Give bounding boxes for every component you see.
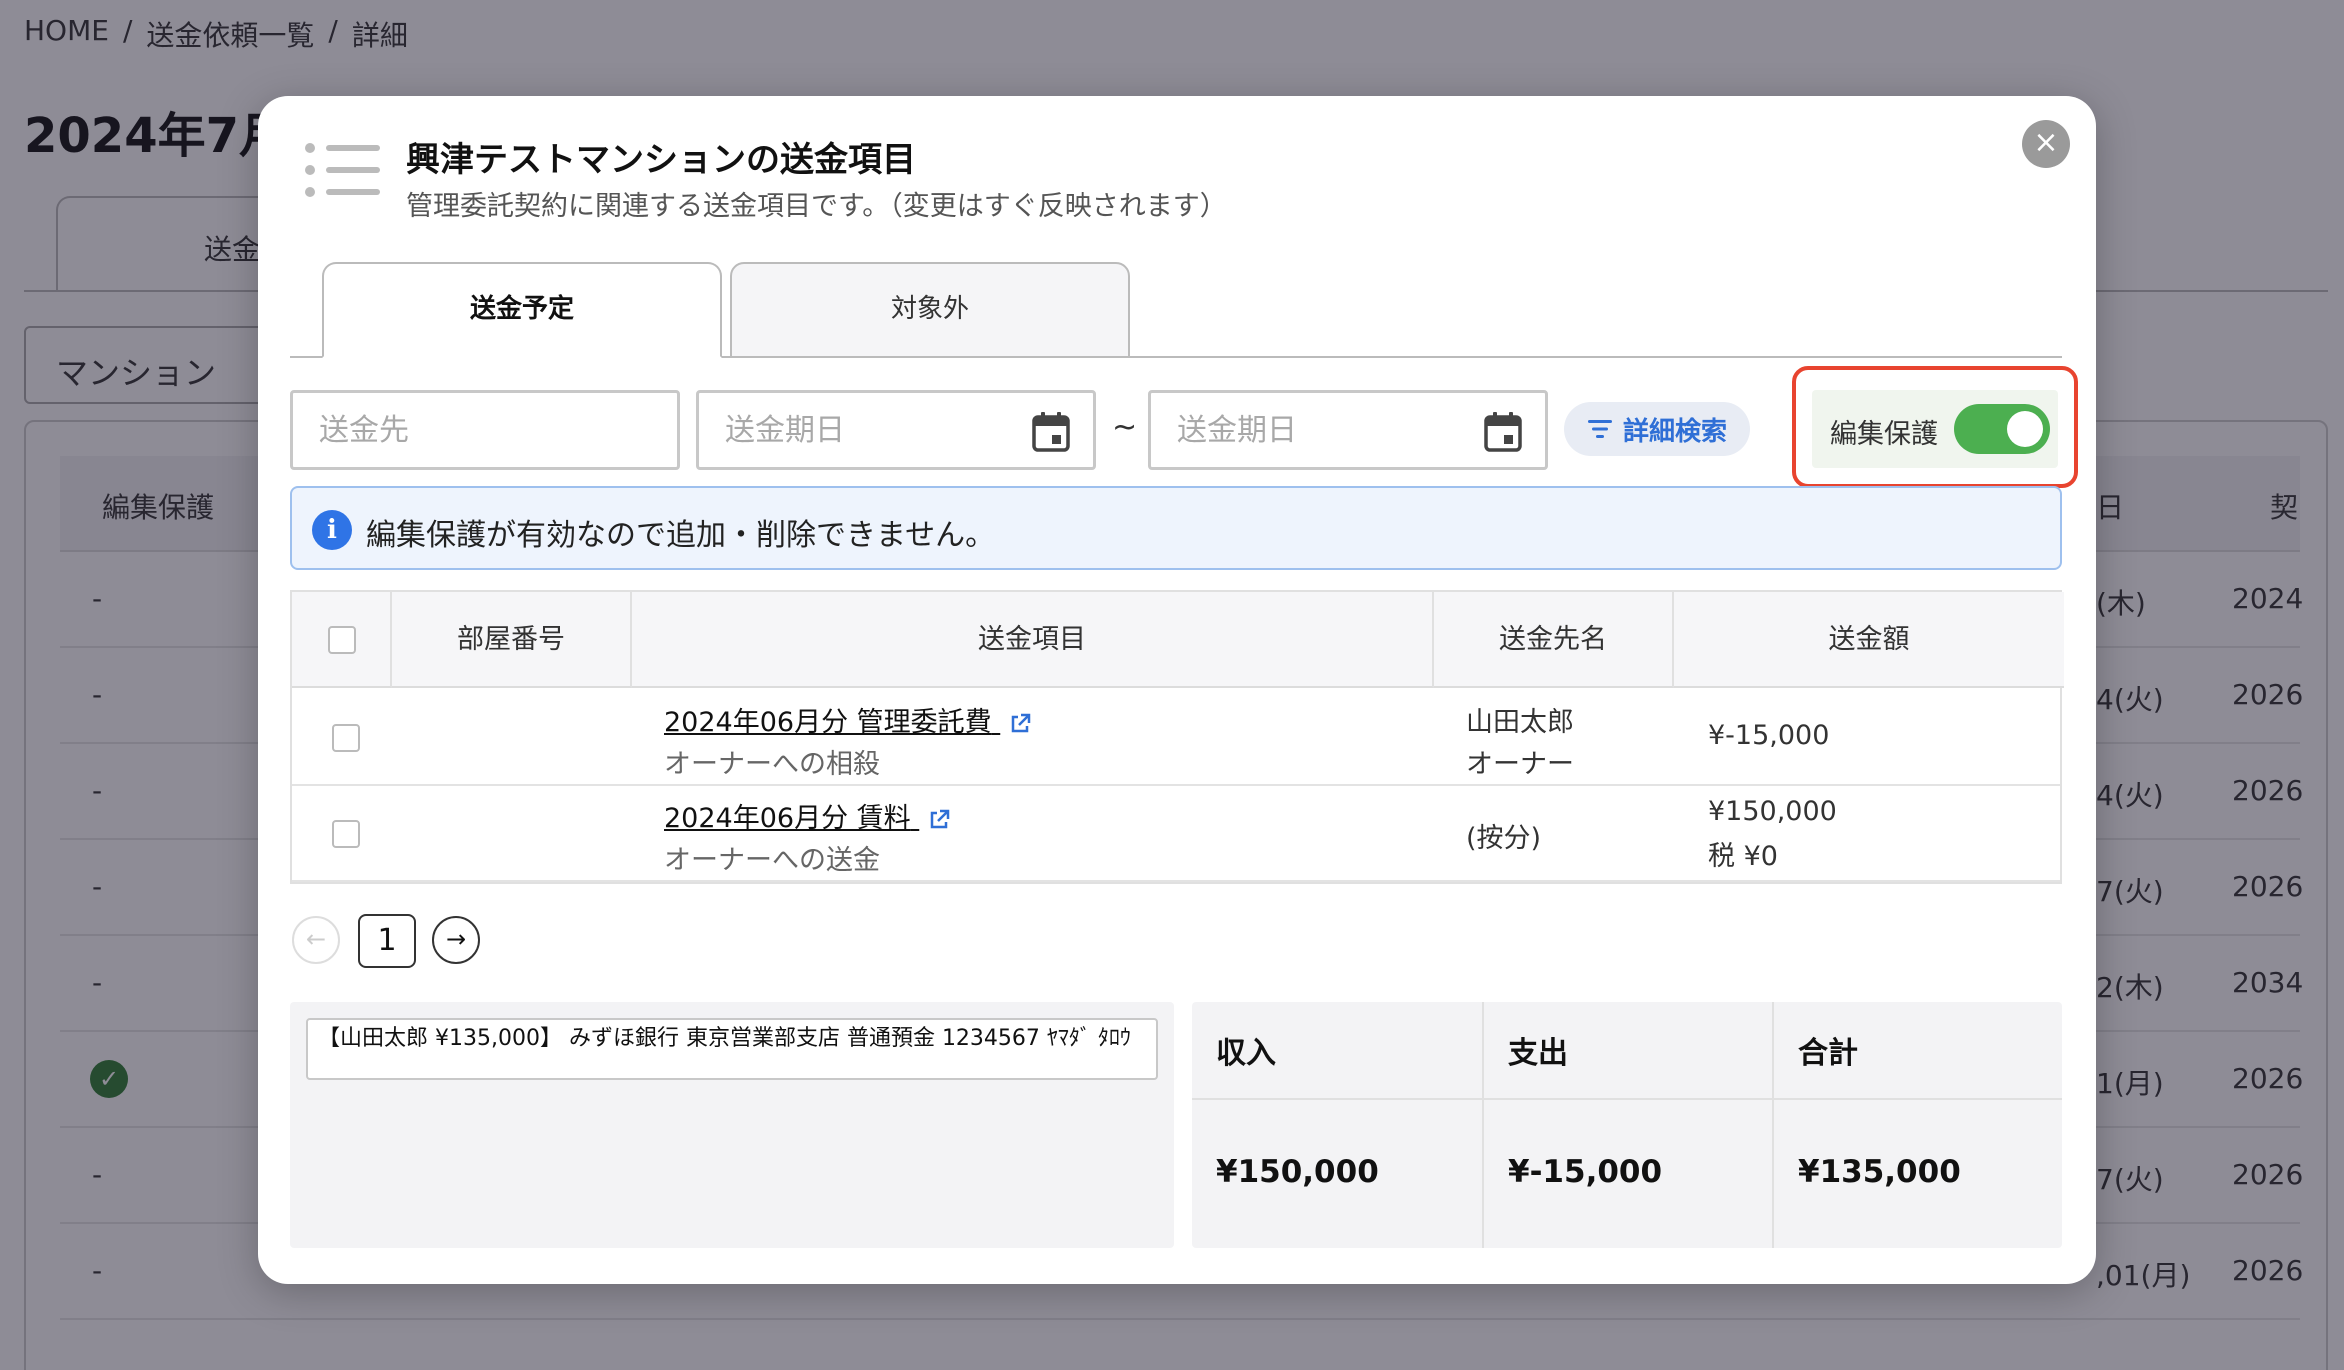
header-room-number: 部屋番号 xyxy=(392,592,632,688)
modal-title: 興津テストマンションの送金項目 xyxy=(406,140,916,180)
edit-protect-label: 編集保護 xyxy=(1830,419,1938,450)
item-link-text: 2024年06月分 賃料 xyxy=(664,803,911,834)
external-link-icon xyxy=(931,809,950,828)
list-icon xyxy=(305,143,380,197)
tax-value: 税 ¥0 xyxy=(1708,841,1778,872)
transfer-memo-field[interactable]: 【山田太郎 ¥135,000】 みずほ銀行 東京営業部支店 普通預金 12345… xyxy=(306,1018,1158,1080)
remittance-items-table: 部屋番号 送金項目 送金先名 送金額 2024年06月分 管理委託費 オーナーへ… xyxy=(290,590,2064,884)
info-icon: i xyxy=(312,510,352,550)
edit-protect-toggle[interactable] xyxy=(1954,404,2050,454)
item-subtext: オーナーへの相殺 xyxy=(664,749,880,780)
header-remittance-item: 送金項目 xyxy=(632,592,1434,688)
item-link-text: 2024年06月分 管理委託費 xyxy=(664,707,992,738)
toggle-knob xyxy=(2007,411,2043,447)
summary-income: 収入 ¥150,000 xyxy=(1192,1002,1484,1248)
edit-protect-notice: i 編集保護が有効なので追加・削除できません。 xyxy=(290,486,2062,570)
table-row: 2024年06月分 賃料 オーナーへの送金 (按分) ¥150,000 税 ¥0 xyxy=(292,786,2060,882)
item-link[interactable]: 2024年06月分 管理委託費 xyxy=(664,700,1032,739)
next-page-button[interactable]: → xyxy=(432,916,480,964)
recipient-name: (按分) xyxy=(1466,823,1542,854)
arrow-left-icon: ← xyxy=(305,925,327,953)
amount-value: ¥-15,000 xyxy=(1708,720,1830,751)
total-value: ¥135,000 xyxy=(1798,1154,1961,1190)
table-row: 2024年06月分 管理委託費 オーナーへの相殺 山田太郎 オーナー ¥-15,… xyxy=(292,690,2060,786)
row-checkbox[interactable] xyxy=(332,724,360,752)
calendar-icon[interactable] xyxy=(1031,411,1071,453)
date-to-field-wrapper xyxy=(1148,390,1548,470)
close-button[interactable]: × xyxy=(2022,120,2070,168)
income-label: 収入 xyxy=(1216,1036,1276,1071)
transfer-memo-area: 【山田太郎 ¥135,000】 みずほ銀行 東京営業部支店 普通預金 12345… xyxy=(290,1002,1174,1248)
date-range-separator: ~ xyxy=(1112,410,1138,445)
summary-total: 合計 ¥135,000 xyxy=(1774,1002,2062,1248)
item-link[interactable]: 2024年06月分 賃料 xyxy=(664,796,951,835)
tab-scheduled[interactable]: 送金予定 xyxy=(322,262,722,358)
advanced-search-button[interactable]: 詳細検索 xyxy=(1564,402,1750,456)
recipient-field-wrapper xyxy=(290,390,680,470)
modal-subtitle: 管理委託契約に関連する送金項目です。（変更はすぐ反映されます） xyxy=(406,191,1227,222)
remittance-items-modal: 興津テストマンションの送金項目 管理委託契約に関連する送金項目です。（変更はすぐ… xyxy=(258,96,2096,1284)
close-icon: × xyxy=(2033,125,2059,160)
prev-page-button[interactable]: ← xyxy=(292,916,340,964)
arrow-right-icon: → xyxy=(445,925,467,953)
calendar-icon[interactable] xyxy=(1483,411,1523,453)
expense-value: ¥-15,000 xyxy=(1508,1154,1663,1190)
edit-protect-control: 編集保護 xyxy=(1812,390,2058,468)
header-select-all xyxy=(292,592,392,688)
recipient-input[interactable] xyxy=(293,393,677,467)
date-from-field-wrapper xyxy=(696,390,1096,470)
recipient-name: 山田太郎 xyxy=(1466,707,1574,738)
summary-expense: 支出 ¥-15,000 xyxy=(1484,1002,1774,1248)
amount-value: ¥150,000 xyxy=(1708,796,1837,827)
expense-label: 支出 xyxy=(1508,1036,1568,1071)
page-number-button[interactable]: 1 xyxy=(358,914,416,968)
advanced-search-label: 詳細検索 xyxy=(1622,416,1727,447)
recipient-role: オーナー xyxy=(1466,749,1574,780)
item-subtext: オーナーへの送金 xyxy=(664,845,880,876)
header-recipient-name: 送金先名 xyxy=(1434,592,1674,688)
filter-icon xyxy=(1587,420,1612,438)
summary-panel: 収入 ¥150,000 支出 ¥-15,000 合計 ¥135,000 xyxy=(1192,1002,2062,1248)
header-amount: 送金額 xyxy=(1674,592,2064,688)
total-label: 合計 xyxy=(1798,1036,1858,1071)
income-value: ¥150,000 xyxy=(1216,1154,1379,1190)
notice-text: 編集保護が有効なので追加・削除できません。 xyxy=(366,518,996,553)
row-checkbox[interactable] xyxy=(332,820,360,848)
external-link-icon xyxy=(1012,713,1031,732)
tab-excluded[interactable]: 対象外 xyxy=(730,262,1130,358)
select-all-checkbox[interactable] xyxy=(328,626,356,654)
